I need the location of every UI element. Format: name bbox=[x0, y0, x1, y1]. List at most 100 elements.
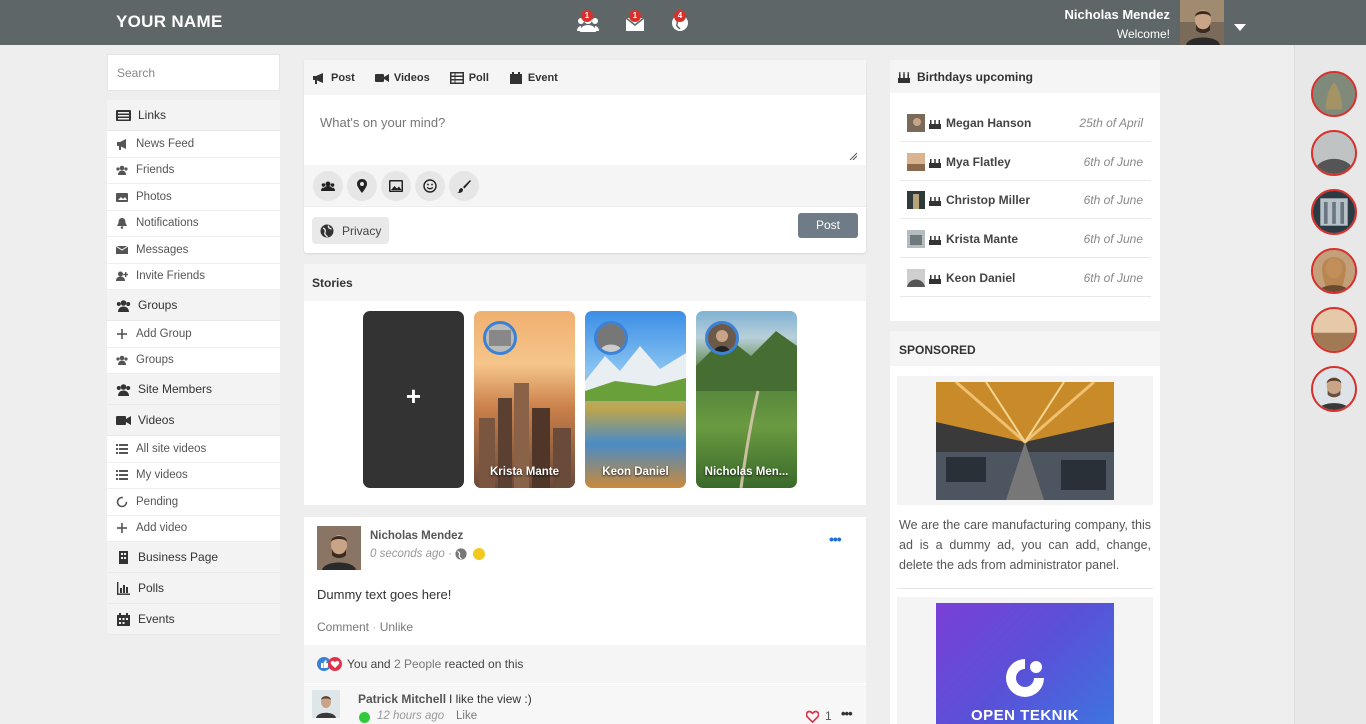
circle-icon bbox=[116, 496, 128, 508]
sidebar-item-add-video[interactable]: Add video bbox=[107, 515, 280, 542]
sidebar-item-groups[interactable]: Groups bbox=[107, 347, 280, 374]
sidebar-header-business-page[interactable]: Business Page bbox=[107, 542, 280, 573]
comment-link[interactable]: Comment bbox=[317, 620, 369, 634]
tab-event[interactable]: Event bbox=[509, 71, 558, 84]
resize-handle-icon[interactable] bbox=[849, 152, 857, 160]
emoji-button[interactable] bbox=[415, 170, 445, 201]
story-card[interactable]: Krista Mante bbox=[474, 311, 575, 488]
post-button[interactable]: Post bbox=[798, 213, 858, 238]
ad-brand-label: OPEN TEKNIK bbox=[970, 707, 1079, 724]
brand-logo[interactable]: YOUR NAME bbox=[116, 12, 223, 32]
ad-image-card[interactable]: OPEN TEKNIK bbox=[897, 597, 1153, 724]
sidebar-item-all-site-videos[interactable]: All site videos bbox=[107, 436, 280, 463]
story-card[interactable]: Nicholas Men... bbox=[696, 311, 797, 488]
online-friend-avatar[interactable] bbox=[1311, 248, 1357, 294]
cake-icon bbox=[929, 235, 941, 245]
sidebar-item-invite-friends[interactable]: Invite Friends bbox=[107, 263, 280, 290]
sidebar-item-friends[interactable]: Friends bbox=[107, 157, 280, 184]
chevron-down-icon[interactable] bbox=[1234, 24, 1246, 31]
birthday-row[interactable]: Megan Hanson 25th of April bbox=[900, 104, 1151, 142]
heart-icon bbox=[806, 710, 819, 723]
left-sidebar: Search Links News Feed Friends Photos No… bbox=[107, 54, 280, 635]
photo-button[interactable] bbox=[381, 170, 411, 201]
notifications-button[interactable]: 4 bbox=[670, 10, 692, 32]
online-friend-avatar[interactable] bbox=[1311, 307, 1357, 353]
location-button[interactable] bbox=[347, 170, 377, 201]
friend-requests-button[interactable]: 1 bbox=[577, 10, 599, 32]
welcome-text: Welcome! bbox=[1116, 27, 1170, 41]
tab-post[interactable]: Post bbox=[312, 72, 355, 84]
birthday-row[interactable]: Krista Mante 6th of June bbox=[900, 220, 1151, 258]
sidebar-header-site-members[interactable]: Site Members bbox=[107, 374, 280, 405]
sidebar-item-messages[interactable]: Messages bbox=[107, 237, 280, 264]
ad-image-card[interactable] bbox=[897, 376, 1153, 505]
sidebar-header-groups[interactable]: Groups bbox=[107, 290, 280, 321]
sidebar-item-add-group[interactable]: Add Group bbox=[107, 321, 280, 348]
post-textarea[interactable]: What's on your mind? bbox=[304, 95, 866, 165]
messages-button[interactable]: 1 bbox=[625, 10, 647, 32]
commenter-avatar[interactable] bbox=[312, 690, 340, 718]
story-avatar-image bbox=[708, 324, 736, 352]
sidebar-item-photos[interactable]: Photos bbox=[107, 184, 280, 211]
online-friend-avatar[interactable] bbox=[1311, 366, 1357, 412]
sponsored-title: SPONSORED bbox=[890, 331, 1160, 366]
comment-options-button[interactable]: ••• bbox=[841, 706, 853, 721]
sidebar-item-my-videos[interactable]: My videos bbox=[107, 462, 280, 489]
comment-like-count: 1 bbox=[825, 709, 832, 723]
building-icon bbox=[119, 550, 128, 564]
composer-toolbar bbox=[304, 165, 866, 207]
birthday-name: Keon Daniel bbox=[946, 270, 1016, 285]
cake-icon bbox=[929, 274, 941, 284]
reaction-suffix: reacted on this bbox=[444, 657, 524, 671]
reaction-people-link[interactable]: 2 People bbox=[394, 657, 441, 671]
sidebar-header-links[interactable]: Links bbox=[107, 100, 280, 131]
post-text: Dummy text goes here! bbox=[317, 587, 452, 602]
online-friend-avatar[interactable] bbox=[1311, 71, 1357, 117]
birthday-row[interactable]: Christop Miller 6th of June bbox=[900, 181, 1151, 219]
story-card[interactable]: Keon Daniel bbox=[585, 311, 686, 488]
unlike-link[interactable]: Unlike bbox=[380, 620, 413, 634]
birthday-name: Krista Mante bbox=[946, 231, 1019, 246]
tag-friends-button[interactable] bbox=[313, 170, 343, 201]
factory-ad-image bbox=[936, 382, 1114, 500]
birthday-avatar bbox=[907, 113, 925, 132]
online-friend-avatar[interactable] bbox=[1311, 189, 1357, 235]
privacy-button[interactable]: Privacy bbox=[312, 217, 389, 244]
sidebar-header-videos[interactable]: Videos bbox=[107, 405, 280, 436]
post-placeholder: What's on your mind? bbox=[320, 115, 446, 130]
add-story-button[interactable]: + bbox=[363, 311, 464, 488]
birthday-row[interactable]: Keon Daniel 6th of June bbox=[900, 259, 1151, 297]
user-avatar[interactable] bbox=[1180, 0, 1224, 45]
comment-time: 12 hours ago bbox=[377, 710, 445, 722]
mood-emoji-icon bbox=[473, 548, 486, 560]
birthday-avatar bbox=[907, 190, 925, 209]
reaction-summary: You and 2 People reacted on this bbox=[304, 645, 866, 683]
tab-poll[interactable]: Poll bbox=[449, 71, 489, 84]
sidebar-item-notifications[interactable]: Notifications bbox=[107, 210, 280, 237]
comment-item: Patrick Mitchell I like the view :) 12 h… bbox=[304, 684, 866, 724]
sidebar-item-news-feed[interactable]: News Feed bbox=[107, 131, 280, 158]
post-options-button[interactable]: ••• bbox=[829, 531, 842, 547]
video-icon bbox=[116, 415, 131, 425]
sidebar-header-polls[interactable]: Polls bbox=[107, 573, 280, 604]
online-friends-sidebar bbox=[1294, 45, 1366, 724]
notification-badge: 1 bbox=[629, 10, 641, 22]
open-teknik-ad-image: OPEN TEKNIK bbox=[936, 603, 1114, 724]
post-author-name[interactable]: Nicholas Mendez bbox=[370, 530, 463, 542]
story-avatar bbox=[705, 321, 739, 355]
story-avatar bbox=[594, 321, 628, 355]
post-author-avatar[interactable] bbox=[317, 526, 361, 570]
sidebar-item-pending[interactable]: Pending bbox=[107, 489, 280, 516]
tab-videos[interactable]: Videos bbox=[374, 72, 430, 84]
birthdays-title: Birthdays upcoming bbox=[917, 69, 1034, 84]
reaction-you: You and bbox=[347, 657, 391, 671]
paint-button[interactable] bbox=[449, 170, 479, 201]
comment-like-link[interactable]: Like bbox=[456, 710, 477, 722]
online-friend-avatar[interactable] bbox=[1311, 130, 1357, 176]
sidebar-header-events[interactable]: Events bbox=[107, 604, 280, 635]
birthday-row[interactable]: Mya Flatley 6th of June bbox=[900, 143, 1151, 181]
commenter-name[interactable]: Patrick Mitchell bbox=[358, 692, 446, 706]
user-name[interactable]: Nicholas Mendez bbox=[1065, 7, 1170, 22]
birthdays-panel: Birthdays upcoming Megan Hanson 25th of … bbox=[890, 60, 1160, 321]
search-input[interactable]: Search bbox=[107, 54, 280, 91]
